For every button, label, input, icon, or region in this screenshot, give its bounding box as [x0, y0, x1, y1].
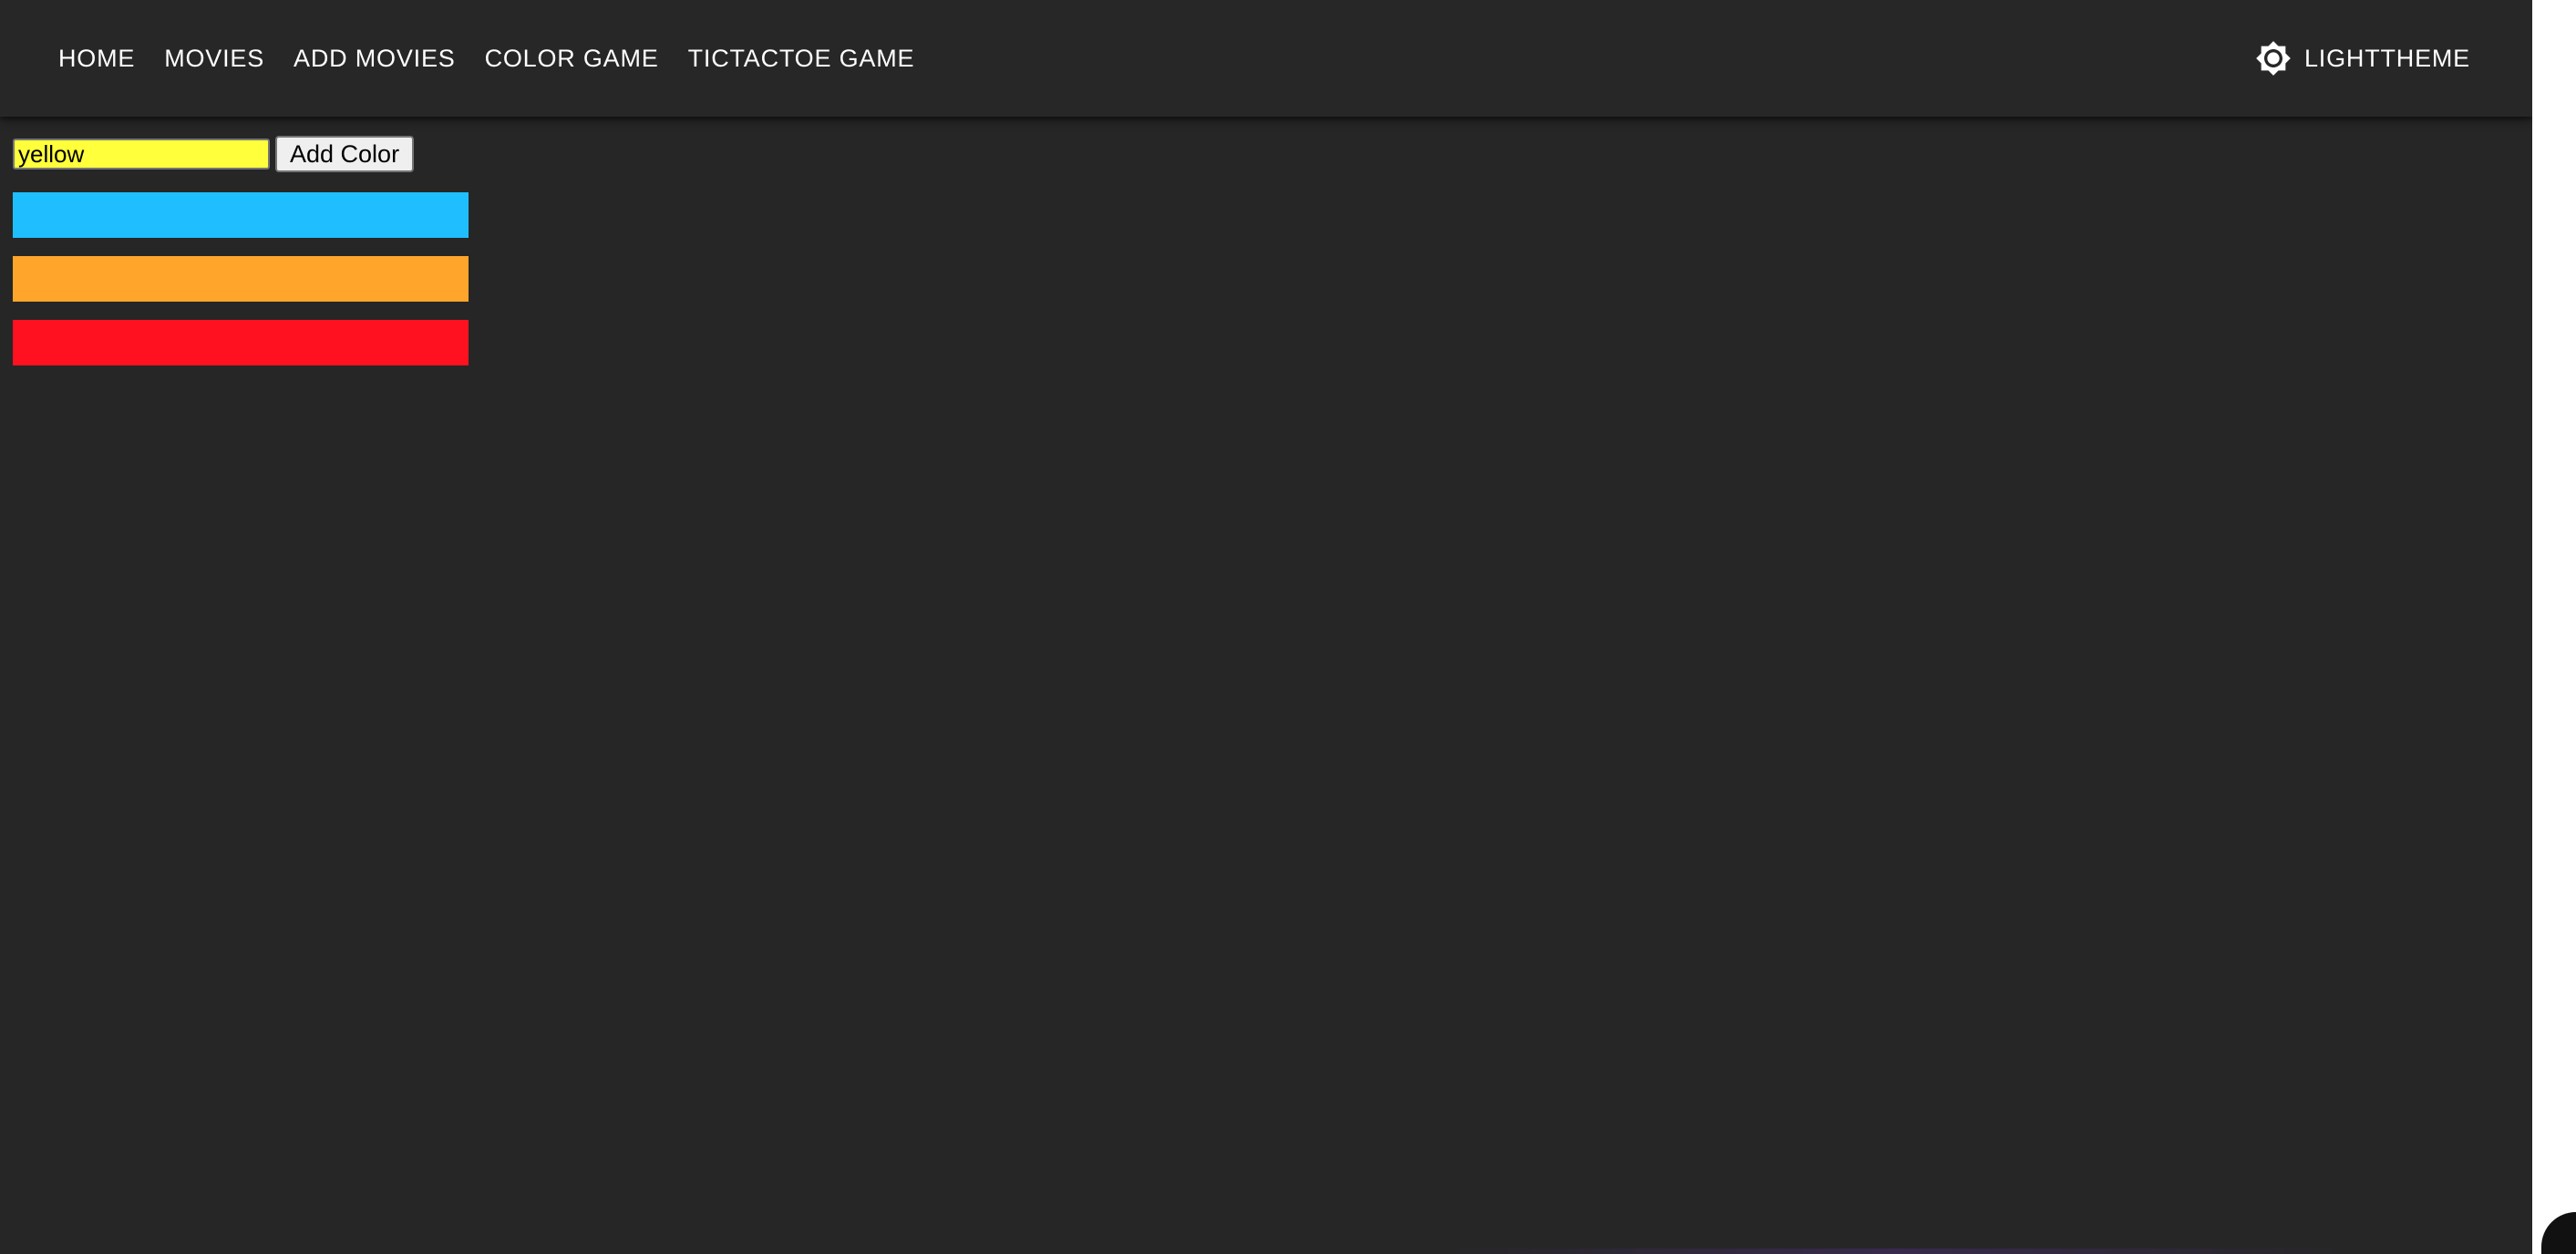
add-color-form: Add Color: [13, 136, 415, 172]
nav-color-game-button[interactable]: COLOR GAME: [470, 26, 674, 91]
color-input[interactable]: [13, 139, 270, 170]
window-corner: [2541, 1212, 2576, 1254]
brightness-icon: [2255, 40, 2292, 77]
add-color-button[interactable]: Add Color: [275, 136, 415, 172]
theme-toggle-label: LIGHTTHEME: [2303, 44, 2470, 72]
app-root: HOME MOVIES ADD MOVIES COLOR GAME TICTAC…: [0, 0, 2532, 1254]
nav-movies-button[interactable]: MOVIES: [149, 26, 279, 91]
color-box-list: [13, 192, 469, 365]
main-nav: HOME MOVIES ADD MOVIES COLOR GAME TICTAC…: [44, 26, 929, 91]
nav-add-movies-button[interactable]: ADD MOVIES: [279, 26, 470, 91]
theme-toggle-button[interactable]: LIGHTTHEME: [2241, 26, 2485, 91]
app-bar: HOME MOVIES ADD MOVIES COLOR GAME TICTAC…: [0, 0, 2532, 117]
color-box: [13, 320, 469, 365]
color-box: [13, 192, 469, 238]
nav-tictactoe-game-button[interactable]: TICTACTOE GAME: [674, 26, 930, 91]
bottom-edge-glow: [1440, 1249, 2352, 1254]
window-edge: [2532, 0, 2576, 1254]
nav-home-button[interactable]: HOME: [44, 26, 149, 91]
color-box: [13, 256, 469, 302]
